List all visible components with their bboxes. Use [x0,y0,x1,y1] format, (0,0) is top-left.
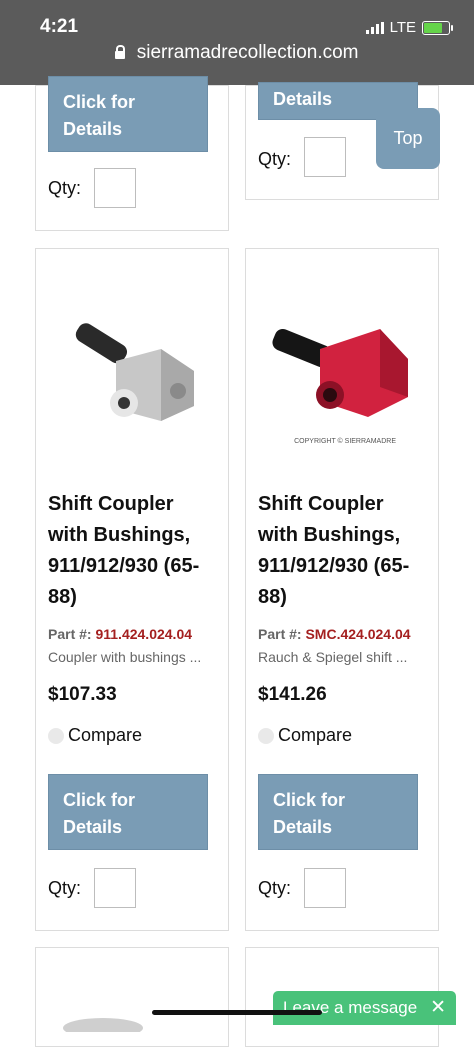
product-price: $141.26 [258,684,327,705]
part-label: Part #: [258,626,302,642]
status-indicators: LTE [365,19,453,36]
product-image[interactable] [58,1012,148,1032]
compare-checkbox[interactable]: Compare [48,725,142,746]
svg-text:COPYRIGHT © SIERRAMADRE: COPYRIGHT © SIERRAMADRE [294,437,396,445]
part-number-value: SMC.424.024.04 [305,626,411,642]
close-icon[interactable]: ✕ [430,991,446,1025]
qty-input[interactable] [94,168,136,208]
browser-chrome: 4:21 LTE sierramadrecollection.com [0,0,474,85]
details-button[interactable]: Click for Details [48,774,208,850]
product-description: Coupler with bushings ... [48,649,202,665]
product-image[interactable]: COPYRIGHT © SIERRAMADRE [268,319,428,447]
product-description: Rauch & Spiegel shift ... [258,649,408,665]
qty-label: Qty: [48,878,82,898]
qty-label: Qty: [258,149,292,169]
signal-icon [365,21,384,34]
lock-icon [115,45,126,59]
qty-input[interactable] [304,137,346,177]
product-price: $107.33 [48,684,117,705]
product-title[interactable]: Shift Coupler with Bushings, 911/912/930… [258,489,428,613]
part-label: Part #: [48,626,92,642]
product-card: COPYRIGHT © SIERRAMADRE Shift Coupler wi… [245,248,439,931]
qty-input[interactable] [94,868,136,908]
details-button[interactable]: Click for Details [48,76,208,152]
product-image[interactable] [66,321,206,431]
address-bar[interactable]: sierramadrecollection.com [0,42,474,64]
qty-label: Qty: [258,878,292,898]
part-number: Part #: SMC.424.024.04 [258,626,411,642]
back-to-top-button[interactable]: Top [376,108,440,169]
product-card [35,947,229,1047]
product-card: Shift Coupler with Bushings, 911/912/930… [35,248,229,931]
part-number-value: 911.424.024.04 [95,626,193,642]
product-title[interactable]: Shift Coupler with Bushings, 911/912/930… [48,489,218,613]
compare-label: Compare [68,725,143,745]
leave-message-button[interactable]: Leave a message ✕ [273,991,456,1025]
qty-input[interactable] [304,868,346,908]
details-button[interactable]: Click for Details [258,774,418,850]
compare-label: Compare [278,725,353,745]
compare-check-icon[interactable] [258,727,274,744]
network-label: LTE [389,19,416,36]
battery-icon [422,20,453,35]
part-number: Part #: 911.424.024.04 [48,626,192,642]
status-time: 4:21 [40,16,79,37]
qty-label: Qty: [48,178,82,198]
url-text: sierramadrecollection.com [136,42,359,63]
compare-check-icon[interactable] [48,727,64,744]
product-card: Click for Details Qty: [35,76,229,231]
compare-checkbox[interactable]: Compare [258,725,352,746]
home-indicator [152,1010,322,1015]
